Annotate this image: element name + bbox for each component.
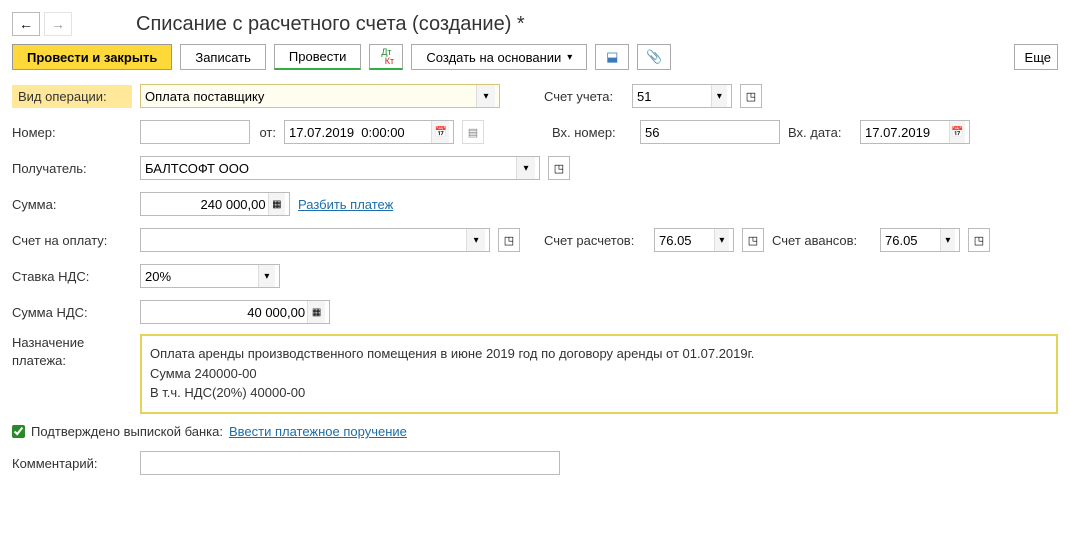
- advance-acc-input[interactable]: [885, 233, 938, 248]
- calculator-icon[interactable]: ▦: [268, 193, 285, 215]
- vat-sum-label: Сумма НДС:: [12, 305, 132, 320]
- purpose-line: В т.ч. НДС(20%) 40000-00: [150, 383, 1048, 403]
- enter-payment-link[interactable]: Ввести платежное поручение: [229, 424, 407, 439]
- dtkt-button[interactable]: ДтКт: [369, 44, 403, 70]
- settlement-acc-field[interactable]: ▾: [654, 228, 734, 252]
- in-number-input[interactable]: [645, 125, 775, 140]
- dropdown-icon[interactable]: ▾: [714, 229, 729, 251]
- comment-field[interactable]: [140, 451, 560, 475]
- save-button[interactable]: Записать: [180, 44, 266, 70]
- comment-label: Комментарий:: [12, 456, 132, 471]
- sum-input[interactable]: [145, 197, 266, 212]
- vat-rate-field[interactable]: ▾: [140, 264, 280, 288]
- invoice-input[interactable]: [145, 233, 464, 248]
- invoice-label: Счет на оплату:: [12, 233, 132, 248]
- nav-bar: ← → Списание с расчетного счета (создани…: [12, 12, 1058, 36]
- open-ref-button[interactable]: ◳: [548, 156, 570, 180]
- advance-acc-field[interactable]: ▾: [880, 228, 960, 252]
- open-ref-button[interactable]: ◳: [740, 84, 762, 108]
- in-number-label: Вх. номер:: [552, 125, 632, 140]
- account-field[interactable]: ▾: [632, 84, 732, 108]
- settlement-acc-label: Счет расчетов:: [544, 233, 646, 248]
- dropdown-icon[interactable]: ▾: [711, 85, 727, 107]
- page-title: Списание с расчетного счета (создание) *: [136, 13, 525, 36]
- sum-label: Сумма:: [12, 197, 132, 212]
- open-ref-button[interactable]: ◳: [498, 228, 520, 252]
- paperclip-icon: 📎: [646, 49, 662, 65]
- calendar-icon[interactable]: 📅: [949, 121, 965, 143]
- vat-sum-field[interactable]: ▦: [140, 300, 330, 324]
- post-button[interactable]: Провести: [274, 44, 362, 70]
- attachment-button[interactable]: 📎: [637, 44, 671, 70]
- number-input[interactable]: [145, 125, 245, 140]
- more-button[interactable]: Еще: [1014, 44, 1058, 70]
- back-button[interactable]: ←: [12, 12, 40, 36]
- date-field[interactable]: 📅: [284, 120, 454, 144]
- purpose-label: Назначение платежа:: [12, 334, 132, 370]
- date-helper-button[interactable]: ▤: [462, 120, 484, 144]
- split-payment-link[interactable]: Разбить платеж: [298, 197, 393, 212]
- in-date-field[interactable]: 📅: [860, 120, 970, 144]
- structure-icon-button[interactable]: ⬓: [595, 44, 629, 70]
- account-input[interactable]: [637, 89, 709, 104]
- forward-button[interactable]: →: [44, 12, 72, 36]
- op-type-field[interactable]: ▾: [140, 84, 500, 108]
- tree-icon: ⬓: [606, 49, 618, 65]
- recipient-field[interactable]: ▾: [140, 156, 540, 180]
- post-and-close-button[interactable]: Провести и закрыть: [12, 44, 172, 70]
- comment-input[interactable]: [145, 456, 555, 471]
- toolbar: Провести и закрыть Записать Провести ДтК…: [12, 44, 1058, 70]
- create-based-button[interactable]: Создать на основании: [411, 44, 587, 70]
- confirmed-label: Подтверждено выпиской банка:: [31, 424, 223, 439]
- calendar-icon[interactable]: 📅: [431, 121, 449, 143]
- in-date-input[interactable]: [865, 125, 947, 140]
- recipient-label: Получатель:: [12, 161, 132, 176]
- vat-rate-input[interactable]: [145, 269, 256, 284]
- calculator-icon[interactable]: ▦: [307, 301, 325, 323]
- date-input[interactable]: [289, 125, 429, 140]
- vat-sum-input[interactable]: [145, 305, 305, 320]
- date-from-label: от:: [258, 125, 276, 140]
- in-number-field[interactable]: [640, 120, 780, 144]
- dropdown-icon[interactable]: ▾: [940, 229, 955, 251]
- advance-acc-label: Счет авансов:: [772, 233, 872, 248]
- purpose-textarea[interactable]: Оплата аренды производственного помещени…: [140, 334, 1058, 414]
- account-label: Счет учета:: [544, 89, 624, 104]
- settlement-acc-input[interactable]: [659, 233, 712, 248]
- number-label: Номер:: [12, 125, 132, 140]
- purpose-line: Оплата аренды производственного помещени…: [150, 344, 1048, 364]
- dropdown-icon[interactable]: ▾: [476, 85, 495, 107]
- recipient-input[interactable]: [145, 161, 514, 176]
- dropdown-icon[interactable]: ▾: [466, 229, 485, 251]
- sum-field[interactable]: ▦: [140, 192, 290, 216]
- confirmed-checkbox[interactable]: [12, 425, 25, 438]
- vat-rate-label: Ставка НДС:: [12, 269, 132, 284]
- open-ref-button[interactable]: ◳: [968, 228, 990, 252]
- op-type-input[interactable]: [145, 89, 474, 104]
- dtkt-icon: ДтКт: [379, 48, 394, 66]
- dropdown-icon[interactable]: ▾: [516, 157, 535, 179]
- number-field[interactable]: [140, 120, 250, 144]
- open-ref-button[interactable]: ◳: [742, 228, 764, 252]
- invoice-field[interactable]: ▾: [140, 228, 490, 252]
- op-type-label: Вид операции:: [12, 85, 132, 108]
- in-date-label: Вх. дата:: [788, 125, 852, 140]
- dropdown-icon[interactable]: ▾: [258, 265, 275, 287]
- purpose-line: Сумма 240000-00: [150, 364, 1048, 384]
